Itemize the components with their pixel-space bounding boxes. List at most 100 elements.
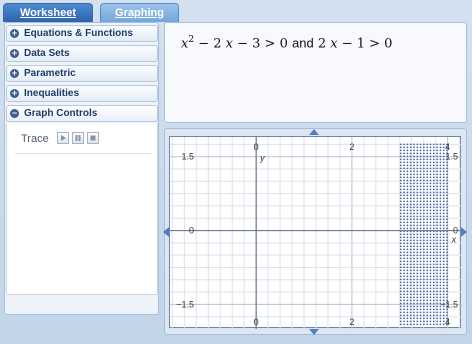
shade-dot xyxy=(416,212,419,215)
shade-dot xyxy=(446,311,448,314)
shade-dot xyxy=(446,200,448,203)
shade-dot xyxy=(429,182,432,185)
sidebar-item-equations-functions[interactable]: + Equations & Functions xyxy=(6,25,158,42)
shade-dot xyxy=(442,284,445,287)
shade-dot xyxy=(399,323,402,326)
shade-dot xyxy=(429,167,432,170)
shade-dot xyxy=(426,203,429,206)
sidebar-item-inequalities[interactable]: + Inequalities xyxy=(6,85,158,102)
shade-dot xyxy=(403,263,405,266)
shade-dot xyxy=(436,299,438,302)
shade-dot xyxy=(439,143,442,146)
shade-dot xyxy=(403,197,405,200)
shade-dot xyxy=(406,302,409,305)
sidebar-item-data-sets[interactable]: + Data Sets xyxy=(6,45,158,62)
shade-dot xyxy=(446,275,448,278)
shade-dot xyxy=(399,293,402,296)
expr-text: − 2 xyxy=(194,36,226,52)
shade-dot xyxy=(416,293,419,296)
shade-dot xyxy=(403,251,405,254)
shade-dot xyxy=(429,161,432,164)
shade-dot xyxy=(409,155,412,158)
shade-dot xyxy=(426,302,429,305)
shade-dot xyxy=(439,158,442,161)
shade-dot xyxy=(406,164,409,167)
shade-dot xyxy=(399,311,402,314)
shade-dot xyxy=(439,149,442,152)
shade-dot xyxy=(446,266,448,269)
shade-dot xyxy=(423,170,425,173)
trace-pause-button[interactable] xyxy=(72,132,84,144)
shade-dot xyxy=(403,155,405,158)
shade-dot xyxy=(413,239,415,242)
shade-dot xyxy=(426,239,429,242)
shade-dot xyxy=(409,311,412,314)
shade-dot xyxy=(423,269,425,272)
sidebar-item-parametric[interactable]: + Parametric xyxy=(6,65,158,82)
shade-dot xyxy=(426,281,429,284)
shade-dot xyxy=(406,221,409,224)
shade-dot xyxy=(429,176,432,179)
shade-dot xyxy=(423,176,425,179)
shade-dot xyxy=(399,266,402,269)
shade-dot xyxy=(432,203,435,206)
shade-dot xyxy=(399,290,402,293)
pan-down-arrow-icon[interactable] xyxy=(309,329,319,336)
shade-dot xyxy=(426,311,429,314)
shade-dot xyxy=(419,206,422,209)
shade-dot xyxy=(439,311,442,314)
shade-dot xyxy=(439,287,442,290)
shade-dot xyxy=(403,146,405,149)
shade-dot xyxy=(423,266,425,269)
shade-dot xyxy=(429,236,432,239)
shade-dot xyxy=(413,314,415,317)
shade-dot xyxy=(432,272,435,275)
shade-dot xyxy=(416,239,419,242)
shade-dot xyxy=(403,152,405,155)
shade-dot xyxy=(406,194,409,197)
pan-up-arrow-icon[interactable] xyxy=(309,129,319,136)
shade-dot xyxy=(432,305,435,308)
shade-dot xyxy=(406,317,409,320)
shade-dot xyxy=(416,176,419,179)
shade-dot xyxy=(419,227,422,230)
shade-dot xyxy=(416,179,419,182)
shade-dot xyxy=(419,242,422,245)
shade-dot xyxy=(446,296,448,299)
y-tick-label-right: 1.5 xyxy=(445,152,458,162)
shade-dot xyxy=(399,188,402,191)
expression-panel[interactable]: x2 − 2 x − 3 > 0 and 2 x − 1 > 0 xyxy=(164,22,467,123)
trace-stop-button[interactable] xyxy=(87,132,99,144)
shade-dot xyxy=(403,269,405,272)
app-window: Worksheet Graphing + Equations & Functio… xyxy=(0,0,472,344)
shade-dot xyxy=(406,281,409,284)
trace-play-button[interactable] xyxy=(57,132,69,144)
shade-dot xyxy=(423,245,425,248)
shade-dot xyxy=(413,296,415,299)
shade-dot xyxy=(436,170,438,173)
shade-dot xyxy=(416,170,419,173)
shade-dot xyxy=(426,146,429,149)
shade-dot xyxy=(429,281,432,284)
shade-dot xyxy=(423,323,425,326)
shade-dot xyxy=(419,179,422,182)
shade-dot xyxy=(399,221,402,224)
shade-dot xyxy=(406,314,409,317)
graph-canvas[interactable]: 0 2 4 0 2 4 1.5 0 −1.5 1.5 0 −1.5 x y xyxy=(169,136,462,329)
sidebar-item-graph-controls[interactable]: − Graph Controls xyxy=(6,105,158,122)
shade-dot xyxy=(439,317,442,320)
shade-dot xyxy=(442,266,445,269)
tab-worksheet[interactable]: Worksheet xyxy=(3,3,93,22)
shade-dot xyxy=(426,161,429,164)
tab-graphing[interactable]: Graphing xyxy=(100,3,179,22)
shade-dot xyxy=(436,320,438,323)
x-tick-label-top: 4 xyxy=(445,142,450,152)
shade-dot xyxy=(432,221,435,224)
shade-dot xyxy=(442,185,445,188)
shade-dot xyxy=(436,200,438,203)
shade-dot xyxy=(436,260,438,263)
shade-dot xyxy=(416,146,419,149)
shade-dot xyxy=(399,152,402,155)
pan-right-arrow-icon[interactable] xyxy=(461,227,468,237)
shade-dot xyxy=(446,233,448,236)
